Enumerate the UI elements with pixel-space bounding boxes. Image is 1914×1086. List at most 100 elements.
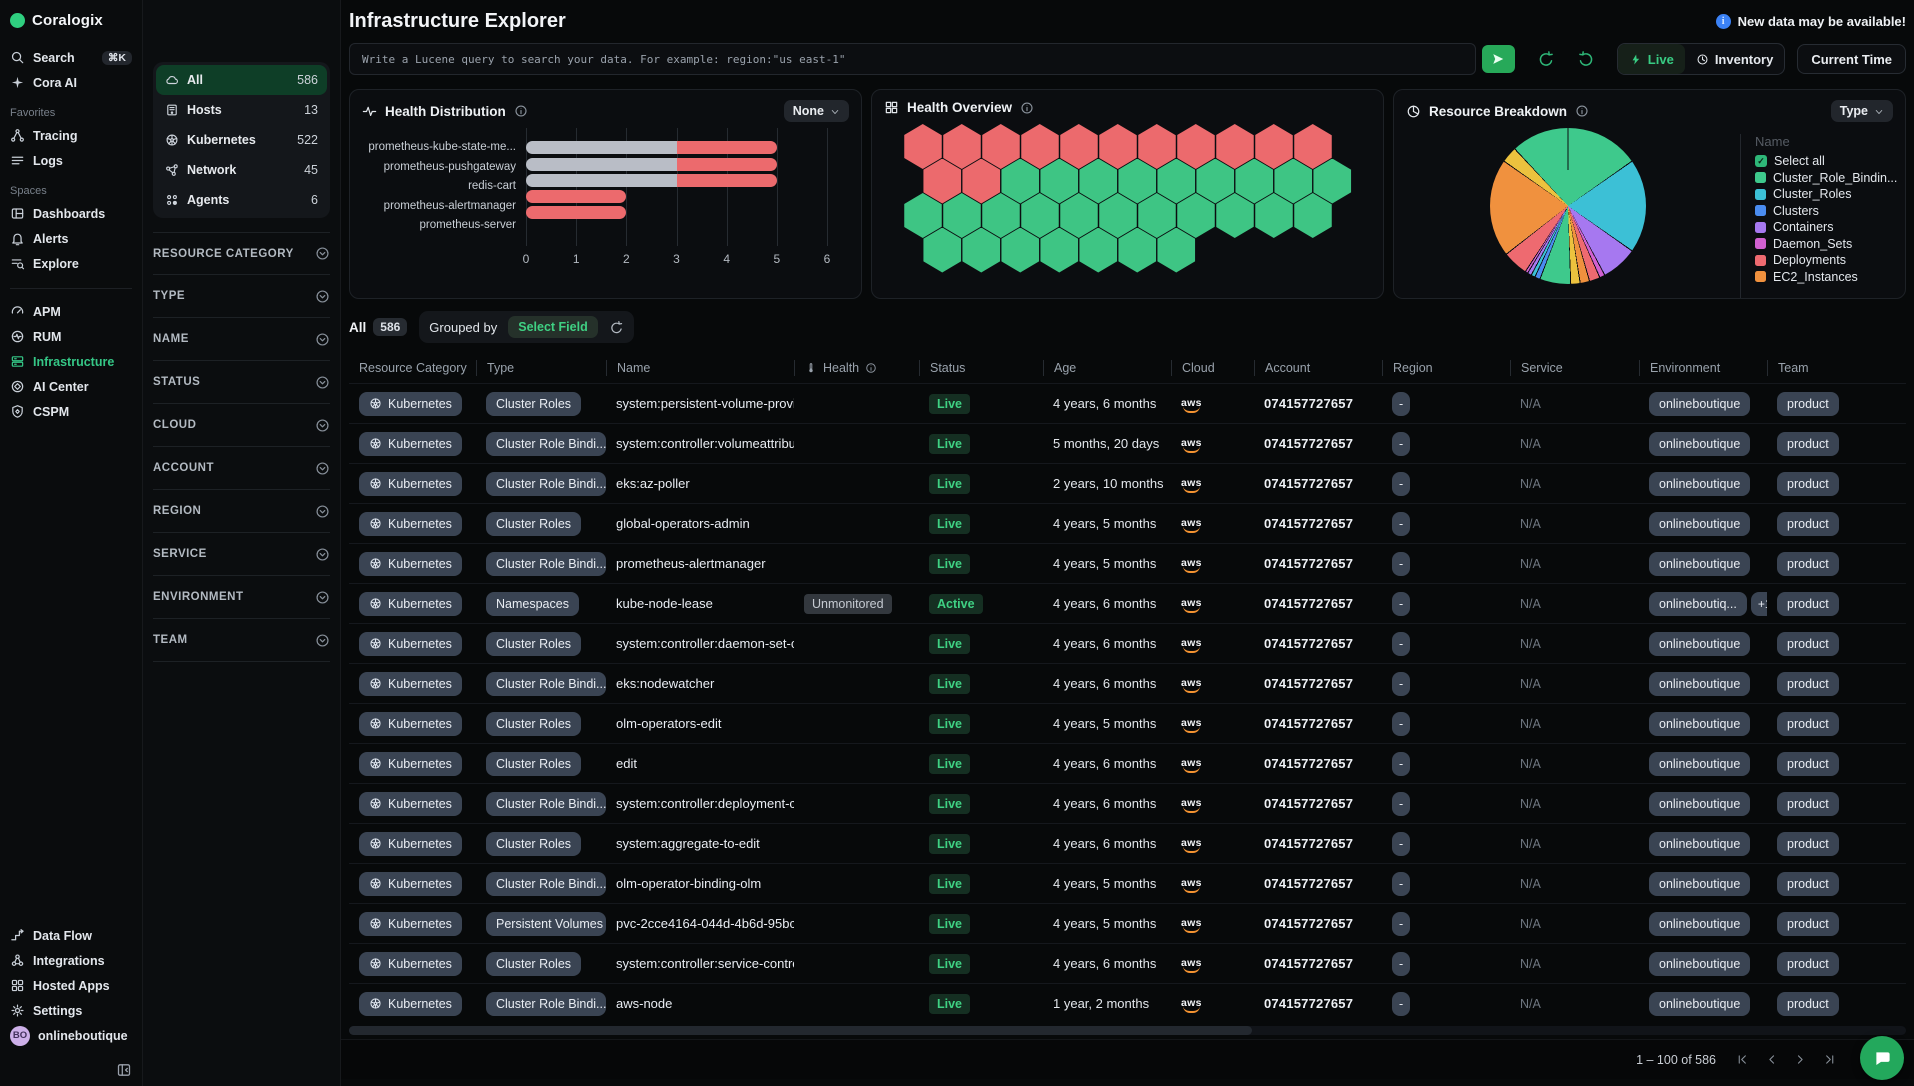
run-query-button[interactable]: [1482, 45, 1515, 73]
sidebar-item-cora-ai[interactable]: Cora AI: [10, 70, 132, 95]
table-row[interactable]: KubernetesCluster Role Bindi...prometheu…: [349, 543, 1906, 583]
column-header-resource-category[interactable]: Resource Category: [349, 360, 476, 376]
chat-button[interactable]: [1860, 1036, 1904, 1080]
sidebar-item-dashboards[interactable]: Dashboards: [10, 201, 132, 226]
table-row[interactable]: KubernetesCluster Role Bindi...eks:nodew…: [349, 663, 1906, 703]
info-icon[interactable]: [1575, 104, 1589, 118]
filter-section-account[interactable]: ACCOUNT: [153, 447, 330, 490]
info-icon[interactable]: [514, 104, 528, 118]
category-item-kubernetes[interactable]: Kubernetes522: [156, 125, 327, 155]
team-pill: product: [1777, 952, 1839, 976]
table-row[interactable]: KubernetesNamespaceskube-node-leaseUnmon…: [349, 583, 1906, 623]
table-row[interactable]: KubernetesCluster Rolesglobal-operators-…: [349, 503, 1906, 543]
sidebar-item-alerts[interactable]: Alerts: [10, 226, 132, 251]
category-item-all[interactable]: All586: [156, 65, 327, 95]
legend-item-cluster-role-bindin-[interactable]: Cluster_Role_Bindin...: [1755, 170, 1901, 187]
sidebar-item-search[interactable]: Search⌘K: [10, 45, 132, 70]
column-header-account[interactable]: Account: [1254, 360, 1382, 376]
select-field-button[interactable]: Select Field: [508, 316, 597, 338]
last-page-icon[interactable]: [1823, 1053, 1836, 1066]
table-row[interactable]: KubernetesCluster RoleseditLive4 years, …: [349, 743, 1906, 783]
legend-select-all[interactable]: ✓ Select all: [1755, 153, 1901, 170]
table-row[interactable]: KubernetesCluster Rolessystem:aggregate-…: [349, 823, 1906, 863]
column-header-name[interactable]: Name: [606, 360, 794, 376]
table-row[interactable]: KubernetesCluster Role Bindi...olm-opera…: [349, 863, 1906, 903]
sidebar-item-integrations[interactable]: Integrations: [10, 948, 132, 973]
reset-grouping-icon[interactable]: [609, 320, 624, 335]
sidebar-item-logs[interactable]: Logs: [10, 148, 132, 173]
sidebar-item-hosted-apps[interactable]: Hosted Apps: [10, 973, 132, 998]
tab-all[interactable]: All 586: [349, 318, 407, 336]
legend-item-daemon-sets[interactable]: Daemon_Sets: [1755, 236, 1901, 253]
filter-section-cloud[interactable]: CLOUD: [153, 404, 330, 447]
category-item-network[interactable]: Network45: [156, 155, 327, 185]
legend-item-containers[interactable]: Containers: [1755, 219, 1901, 236]
sidebar-item-settings[interactable]: Settings: [10, 998, 132, 1023]
table-row[interactable]: KubernetesCluster Role Bindi...system:co…: [349, 783, 1906, 823]
mode-live-button[interactable]: Live: [1618, 44, 1685, 74]
table-row[interactable]: KubernetesCluster Rolessystem:controller…: [349, 943, 1906, 983]
sidebar-item-data-flow[interactable]: Data Flow: [10, 923, 132, 948]
environment-more-pill[interactable]: +1: [1751, 592, 1767, 616]
table-row[interactable]: KubernetesCluster Role Bindi...aws-nodeL…: [349, 983, 1906, 1023]
sidebar-item-account[interactable]: BO onlineboutique: [10, 1023, 132, 1048]
legend-item-clusters[interactable]: Clusters: [1755, 203, 1901, 220]
table-row[interactable]: KubernetesCluster Role Bindi...eks:az-po…: [349, 463, 1906, 503]
region-pill: -: [1392, 432, 1410, 456]
account-value: 074157727657: [1264, 556, 1353, 571]
filter-section-environment[interactable]: ENVIRONMENT: [153, 576, 330, 619]
column-header-health[interactable]: Health: [794, 360, 919, 376]
sidebar-item-rum[interactable]: RUM: [10, 324, 132, 349]
sidebar-item-ai-center[interactable]: AI Center: [10, 374, 132, 399]
first-page-icon[interactable]: [1736, 1053, 1749, 1066]
agents-icon: [165, 193, 179, 207]
refresh-button[interactable]: [1577, 50, 1595, 68]
sidebar-item-apm[interactable]: APM: [10, 299, 132, 324]
filter-section-service[interactable]: SERVICE: [153, 533, 330, 576]
category-item-hosts[interactable]: Hosts13: [156, 95, 327, 125]
mode-inventory-button[interactable]: Inventory: [1685, 44, 1785, 74]
column-header-region[interactable]: Region: [1382, 360, 1510, 376]
info-icon[interactable]: [1020, 101, 1034, 115]
legend-item-cluster-roles[interactable]: Cluster_Roles: [1755, 186, 1901, 203]
table-row[interactable]: KubernetesCluster Rolessystem:controller…: [349, 623, 1906, 663]
new-data-notice[interactable]: i New data may be available!: [1716, 14, 1906, 29]
sidebar-item-cspm[interactable]: CSPM: [10, 399, 132, 424]
category-item-agents[interactable]: Agents6: [156, 185, 327, 215]
legend-item-ec2-instances[interactable]: EC2_Instances: [1755, 269, 1901, 286]
table-row[interactable]: KubernetesCluster Rolesolm-operators-edi…: [349, 703, 1906, 743]
horizontal-scrollbar[interactable]: [349, 1026, 1906, 1035]
table-row[interactable]: KubernetesCluster Rolessystem:persistent…: [349, 383, 1906, 423]
column-header-cloud[interactable]: Cloud: [1171, 360, 1254, 376]
column-header-status[interactable]: Status: [919, 360, 1043, 376]
filter-section-region[interactable]: REGION: [153, 490, 330, 533]
table-row[interactable]: KubernetesPersistent Volumespvc-2cce4164…: [349, 903, 1906, 943]
time-range-button[interactable]: Current Time: [1797, 44, 1906, 74]
filter-section-name[interactable]: NAME: [153, 318, 330, 361]
column-header-environment[interactable]: Environment: [1639, 360, 1767, 376]
filter-section-team[interactable]: TEAM: [153, 619, 330, 662]
sidebar-item-tracing[interactable]: Tracing: [10, 123, 132, 148]
column-header-service[interactable]: Service: [1510, 360, 1639, 376]
resource-breakdown-dropdown[interactable]: Type: [1831, 100, 1893, 122]
next-page-icon[interactable]: [1794, 1053, 1807, 1066]
sidebar-collapse-icon[interactable]: [116, 1062, 132, 1078]
legend-swatch: [1755, 271, 1766, 282]
legend-item-deployments[interactable]: Deployments: [1755, 252, 1901, 269]
environment-pill: onlineboutique: [1649, 512, 1750, 536]
health-distribution-dropdown[interactable]: None: [784, 100, 849, 122]
legend-label: Clusters: [1773, 204, 1819, 218]
sidebar-item-infrastructure[interactable]: Infrastructure: [10, 349, 132, 374]
column-header-age[interactable]: Age: [1043, 360, 1171, 376]
previous-page-icon[interactable]: [1765, 1053, 1778, 1066]
scrollbar-thumb[interactable]: [349, 1026, 1252, 1035]
undo-button[interactable]: [1537, 50, 1555, 68]
filter-section-resource-category[interactable]: RESOURCE CATEGORY: [153, 232, 330, 275]
filter-section-status[interactable]: STATUS: [153, 361, 330, 404]
table-row[interactable]: KubernetesCluster Role Bindi...system:co…: [349, 423, 1906, 463]
column-header-type[interactable]: Type: [476, 360, 606, 376]
sidebar-item-explore[interactable]: Explore: [10, 251, 132, 276]
filter-section-type[interactable]: TYPE: [153, 275, 330, 318]
column-header-team[interactable]: Team: [1767, 360, 1906, 376]
search-input[interactable]: [349, 43, 1476, 75]
